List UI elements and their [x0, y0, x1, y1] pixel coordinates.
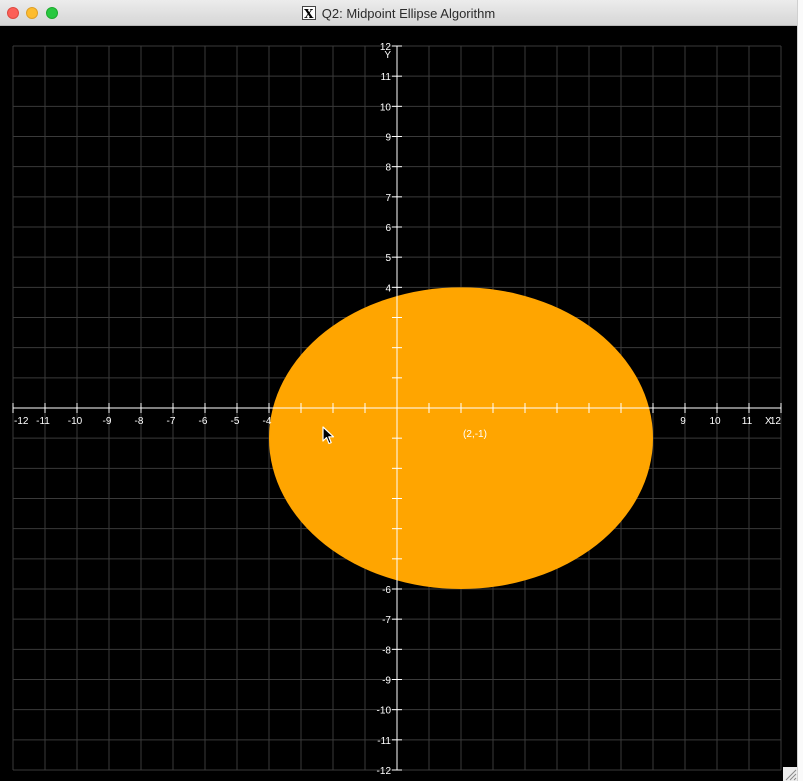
- mouse-pointer-icon: [322, 426, 335, 445]
- background-window-edge: [797, 0, 803, 781]
- x-tick-label: 11: [742, 416, 753, 427]
- x-tick-label: -8: [135, 416, 144, 427]
- window-title-group: X Q2: Midpoint Ellipse Algorithm: [0, 0, 797, 26]
- x-axis-label: X: [765, 416, 772, 427]
- x11-app-icon: X: [301, 6, 316, 21]
- y-tick-label: -11: [377, 736, 391, 747]
- title-bar[interactable]: X Q2: Midpoint Ellipse Algorithm: [0, 0, 797, 26]
- y-tick-label: -7: [382, 615, 391, 626]
- x-tick-label: -6: [199, 416, 208, 427]
- resize-grip-icon[interactable]: [783, 767, 797, 781]
- y-tick-label: 7: [385, 193, 391, 204]
- y-tick-label: 9: [385, 133, 391, 144]
- coordinate-plot: -12 -11 -10 -9 -8 -7 -6 -5 -4 9 10 11 12121110987654…: [12, 42, 782, 777]
- x-tick-label: -9: [103, 416, 112, 427]
- x-tick-label: 10: [709, 416, 721, 427]
- x-tick-label: -4: [263, 416, 272, 427]
- x-tick-label: -7: [167, 416, 176, 427]
- y-tick-label: -8: [382, 645, 391, 656]
- y-tick-label: 5: [385, 253, 391, 264]
- y-tick-label: -12: [377, 766, 392, 777]
- y-tick-label: -10: [377, 706, 392, 717]
- app-window: X Q2: Midpoint Ellipse Algorithm -12 -11-…: [0, 0, 797, 781]
- x-tick-label: -10: [68, 416, 83, 427]
- y-tick-label: -9: [382, 676, 391, 687]
- y-tick-label: 6: [385, 223, 391, 234]
- y-tick-label: 11: [381, 72, 392, 83]
- x-tick-label: 9: [680, 416, 686, 427]
- x-tick-label: -5: [231, 416, 240, 427]
- drawing-canvas[interactable]: -12 -11 -10 -9 -8 -7 -6 -5 -4 9 10 11 12 12 11 10 9 8 7 6 5 4…: [0, 26, 797, 781]
- y-tick-label: 10: [380, 102, 392, 113]
- ellipse-center-label: (2,-1): [463, 429, 487, 440]
- x-tick-label: -11: [36, 416, 50, 427]
- y-tick-label: 4: [385, 283, 391, 294]
- x-tick-label: -12: [14, 416, 29, 427]
- y-axis-label: Y: [384, 50, 391, 61]
- y-tick-label: 8: [385, 163, 391, 174]
- y-tick-label: -6: [382, 585, 391, 596]
- axes: [12, 45, 782, 771]
- window-title: Q2: Midpoint Ellipse Algorithm: [321, 5, 496, 21]
